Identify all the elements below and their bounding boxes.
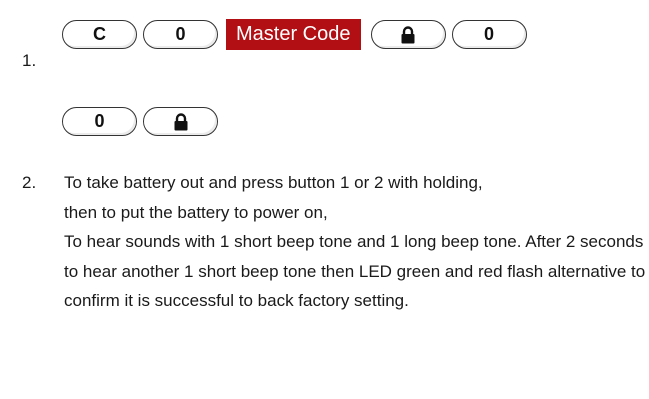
step-number-2: 2.: [22, 173, 37, 192]
step-2-instructions: To take battery out and press button 1 o…: [64, 168, 649, 316]
key-0: 0: [62, 107, 137, 136]
instruction-paragraph: To hear sounds with 1 short beep tone an…: [64, 232, 646, 310]
step-number-1: 1.: [22, 51, 37, 70]
key-lock: [143, 107, 218, 136]
key-c: C: [62, 20, 137, 49]
lock-icon: [174, 112, 187, 130]
key-0: 0: [143, 20, 218, 49]
master-code-label: Master Code: [226, 19, 361, 50]
key-sequence-row-2: 0: [62, 107, 218, 136]
lock-icon: [401, 25, 415, 43]
key-sequence-row-1: C 0 Master Code 0: [62, 19, 527, 50]
key-lock: [370, 20, 446, 49]
instruction-line: To take battery out and press button 1 o…: [64, 173, 483, 192]
instruction-line: then to put the battery to power on,: [64, 202, 328, 222]
key-0: 0: [451, 20, 527, 49]
